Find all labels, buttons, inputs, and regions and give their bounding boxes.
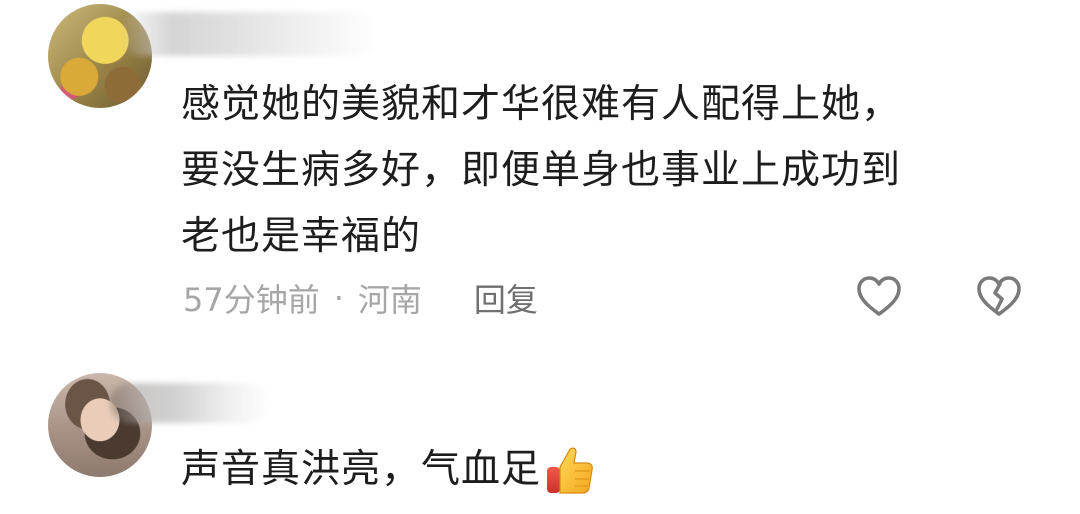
comment-text-line: 感觉她的美貌和才华很难有人配得上她，: [181, 82, 902, 127]
comment-text-line: 声音真洪亮，气血足: [181, 447, 542, 492]
meta-separator: ·: [333, 279, 344, 317]
thumbs-up-icon: [545, 443, 595, 497]
comment-location: 河南: [357, 281, 422, 319]
heart-outline-icon[interactable]: [855, 273, 903, 321]
comment-item: 声音真洪亮，气血足: [0, 355, 1080, 514]
comment-meta: 57分钟前 · 河南 回复: [183, 275, 538, 321]
comment-time: 57分钟前: [183, 281, 320, 319]
comment-text-line: 老也是幸福的: [181, 214, 422, 259]
comment-text-line: 要没生病多好，即便单身也事业上成功到: [181, 148, 902, 193]
username-blurred: [110, 383, 270, 423]
comment-text: 声音真洪亮，气血足: [181, 442, 595, 498]
username-blurred: [120, 12, 380, 56]
reply-button[interactable]: 回复: [474, 275, 538, 321]
comment-text: 感觉她的美貌和才华很难有人配得上她， 要没生病多好，即便单身也事业上成功到 老也…: [181, 72, 1041, 270]
broken-heart-icon[interactable]: [975, 273, 1023, 321]
comment-item: 感觉她的美貌和才华很难有人配得上她， 要没生病多好，即便单身也事业上成功到 老也…: [0, 0, 1080, 340]
